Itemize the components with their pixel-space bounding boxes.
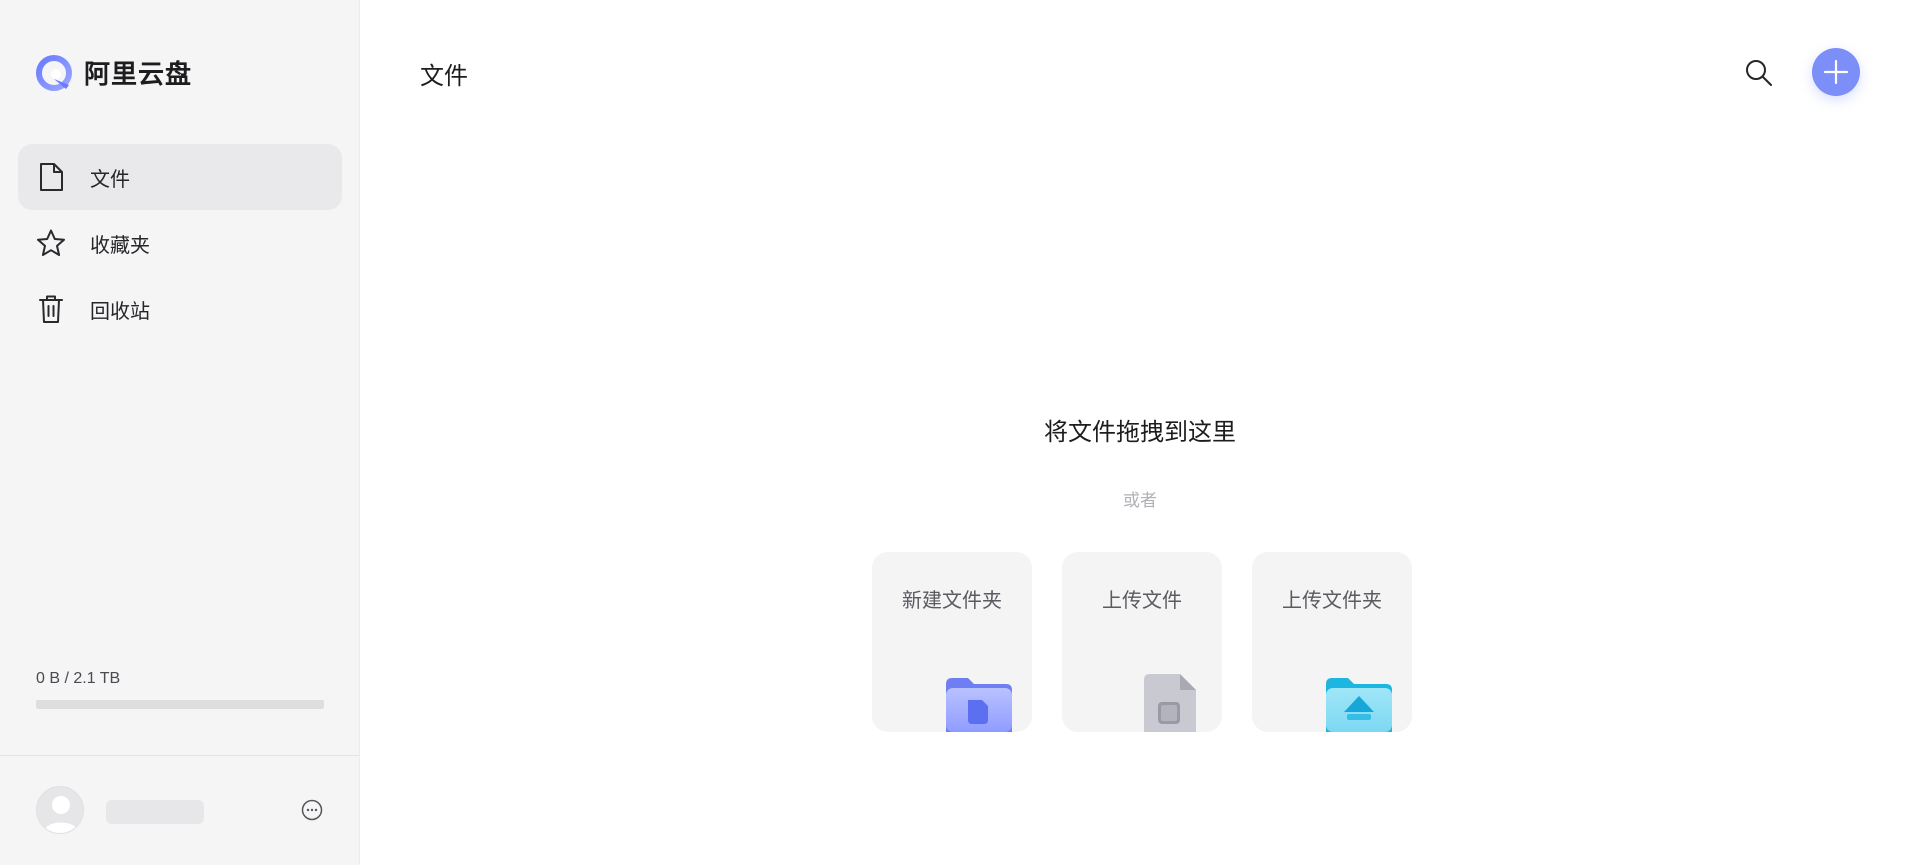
sidebar-item-label: 文件 bbox=[90, 166, 130, 191]
sidebar-item-files[interactable]: 文件 bbox=[18, 144, 342, 210]
upload-folder-card[interactable]: 上传文件夹 bbox=[1252, 552, 1412, 732]
file-icon bbox=[36, 162, 66, 192]
sidebar-item-favorites[interactable]: 收藏夹 bbox=[18, 210, 342, 276]
user-avatar-icon bbox=[43, 796, 79, 833]
avatar[interactable] bbox=[36, 786, 84, 834]
sidebar-item-label: 回收站 bbox=[90, 298, 150, 323]
drop-zone-or-text: 或者 bbox=[1123, 491, 1157, 511]
upload-file-card[interactable]: 上传文件 bbox=[1062, 552, 1222, 732]
sidebar-nav: 文件 收藏夹 回收站 bbox=[18, 144, 342, 342]
user-panel bbox=[36, 786, 324, 836]
new-folder-card[interactable]: 新建文件夹 bbox=[872, 552, 1032, 732]
upload-folder-icon bbox=[1326, 678, 1392, 732]
sidebar-divider bbox=[0, 755, 359, 756]
star-icon bbox=[36, 228, 66, 258]
app-logo[interactable]: 阿里云盘 bbox=[36, 54, 192, 91]
sidebar-item-trash[interactable]: 回收站 bbox=[18, 276, 342, 342]
storage-progress-bar bbox=[36, 700, 324, 709]
card-label: 上传文件夹 bbox=[1282, 588, 1382, 612]
app-name: 阿里云盘 bbox=[84, 60, 193, 90]
new-folder-icon bbox=[946, 678, 1012, 732]
aliyun-drive-logo-icon bbox=[36, 54, 72, 91]
plus-icon bbox=[1823, 59, 1849, 85]
upload-file-icon bbox=[1144, 674, 1196, 732]
drop-zone-title: 将文件拖拽到这里 bbox=[1044, 418, 1236, 446]
more-options-button[interactable] bbox=[300, 798, 324, 822]
storage-text: 0 B / 2.1 TB bbox=[36, 670, 121, 687]
search-icon bbox=[1746, 60, 1772, 86]
search-button[interactable] bbox=[1742, 56, 1776, 90]
trash-icon bbox=[36, 294, 66, 324]
storage-usage: 0 B / 2.1 TB bbox=[36, 670, 324, 709]
username-placeholder bbox=[106, 800, 204, 824]
quick-actions: 新建文件夹 上传文件 上传文件夹 bbox=[872, 552, 1412, 732]
card-label: 上传文件 bbox=[1102, 588, 1182, 612]
page-title: 文件 bbox=[420, 62, 468, 90]
card-label: 新建文件夹 bbox=[902, 588, 1002, 612]
add-button[interactable] bbox=[1812, 48, 1860, 96]
ellipsis-circle-icon bbox=[301, 799, 323, 821]
sidebar-item-label: 收藏夹 bbox=[90, 232, 150, 257]
